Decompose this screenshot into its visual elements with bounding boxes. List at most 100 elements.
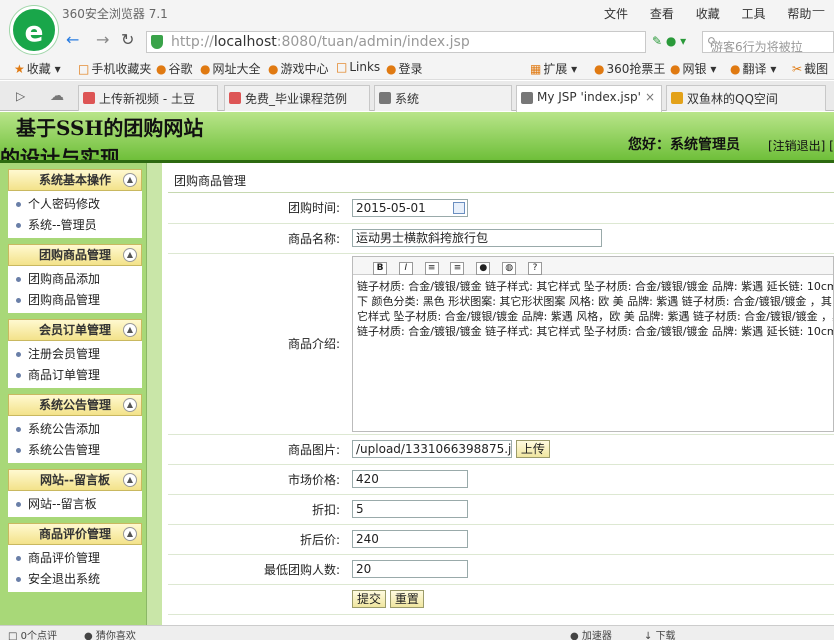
image-icon[interactable]: ◍ xyxy=(502,261,517,275)
browser-title-bar: 360安全浏览器 7.1 文件 查看 收藏 工具 帮助 — xyxy=(0,0,834,28)
accelerator-status[interactable]: ● 加速器 xyxy=(570,627,612,640)
browser-logo-icon[interactable]: e xyxy=(10,6,58,54)
sidebar-item-guestbook[interactable]: 网站--留言板 xyxy=(8,494,142,515)
menu-tools[interactable]: 工具 xyxy=(742,7,766,21)
chevron-up-icon[interactable]: ▲ xyxy=(123,323,137,337)
menu-group-members-orders[interactable]: 会员订单管理 ▲ xyxy=(8,319,142,341)
sidebar-item-manage-notices[interactable]: 系统公告管理 xyxy=(8,440,142,461)
reload-icon[interactable]: ↻ xyxy=(121,30,134,49)
cloud-icon[interactable]: ☁ xyxy=(50,88,64,104)
sidebar-item-manage-products[interactable]: 团购商品管理 xyxy=(8,290,142,311)
sidebar-collapse-strip[interactable] xyxy=(146,163,162,625)
image-path-input[interactable]: /upload/1331066398875.jpg xyxy=(352,440,512,458)
bookmark-translate[interactable]: ● 翻译 ▾ xyxy=(730,60,776,77)
ordered-list-icon[interactable]: ≡ xyxy=(424,261,439,275)
chevron-up-icon[interactable]: ▲ xyxy=(123,173,137,187)
forward-arrow-icon[interactable]: → xyxy=(96,30,109,49)
close-tab-icon[interactable]: × xyxy=(645,90,655,104)
chevron-up-icon[interactable]: ▲ xyxy=(123,527,137,541)
bookmark-google[interactable]: ● 谷歌 xyxy=(156,60,193,77)
reset-button[interactable]: 重置 xyxy=(389,590,424,608)
back-arrow-icon[interactable]: ← xyxy=(66,30,79,49)
submit-button[interactable]: 提交 xyxy=(352,590,387,608)
sidebar-item-logout[interactable]: 安全退出系统 xyxy=(8,569,142,590)
comments-status[interactable]: □ 0个点评 xyxy=(8,627,57,640)
site-title-line2: 的设计与实现 xyxy=(0,146,120,160)
sidebar-item-orders[interactable]: 商品订单管理 xyxy=(8,365,142,386)
discount-input[interactable]: 5 xyxy=(352,500,468,518)
menu-group-products[interactable]: 团购商品管理 ▲ xyxy=(8,244,142,266)
bookmark-screenshot[interactable]: ✂ 截图 xyxy=(792,60,828,77)
rich-text-editor[interactable]: B I ≡ ≡ ● ◍ ? 链子材质: 合金/镀银/镀金 链子样式: 其它样式 … xyxy=(352,255,834,432)
menu-group-notices[interactable]: 系统公告管理 ▲ xyxy=(8,394,142,416)
tab-course-examples[interactable]: 免费_毕业课程范例 xyxy=(224,85,370,111)
download-status[interactable]: ↓ 下载 xyxy=(644,627,676,640)
form-row-image: 商品图片: /upload/1331066398875.jpg 上传 xyxy=(168,434,834,465)
help-icon[interactable]: ? xyxy=(527,261,542,275)
sidebar-item-members[interactable]: 注册会员管理 xyxy=(8,344,142,365)
menu-favorites[interactable]: 收藏 xyxy=(696,7,720,21)
bookmark-games[interactable]: ● 游戏中心 xyxy=(268,60,329,77)
tab-index-jsp[interactable]: My JSP 'index.jsp' × xyxy=(516,85,662,112)
bookmark-extensions[interactable]: ▦ 扩展 ▾ xyxy=(530,60,577,77)
tab-sidebar-toggle-icon[interactable]: ▷ xyxy=(16,89,25,103)
italic-icon[interactable]: I xyxy=(398,261,413,275)
market-price-input[interactable]: 420 xyxy=(352,470,468,488)
bookmark-tickets[interactable]: ● 360抢票王 xyxy=(594,60,665,77)
search-input[interactable]: ⚲ 游客6行为将被拉 xyxy=(702,31,834,53)
upload-button[interactable]: 上传 xyxy=(515,440,550,458)
form-row-after-price: 折后价: 240 xyxy=(168,524,834,555)
search-placeholder: ⚲ 游客6行为将被拉 xyxy=(707,35,803,53)
tab-favicon-icon xyxy=(229,92,241,104)
calendar-icon[interactable] xyxy=(453,201,465,214)
min-people-input[interactable]: 20 xyxy=(352,560,468,578)
menu-group-basic[interactable]: 系统基本操作 ▲ xyxy=(8,169,142,191)
product-form: 团购时间: 2015-05-01 商品名称: 运动男士横款斜挎旅行包 商品介绍:… xyxy=(168,193,834,615)
unordered-list-icon[interactable]: ≡ xyxy=(450,261,465,275)
form-row-market-price: 市场价格: 420 xyxy=(168,464,834,495)
chevron-up-icon[interactable]: ▲ xyxy=(123,398,137,412)
url-text: http://localhost:8080/tuan/admin/index.j… xyxy=(171,34,470,50)
bookmark-favorites[interactable]: ★ 收藏 ▾ xyxy=(14,60,61,77)
url-input[interactable]: http://localhost:8080/tuan/admin/index.j… xyxy=(146,31,646,53)
window-title: 360安全浏览器 7.1 xyxy=(62,7,168,21)
recommend-status[interactable]: ● 猜你喜欢 xyxy=(84,627,136,640)
description-text[interactable]: 链子材质: 合金/镀银/镀金 链子样式: 其它样式 坠子材质: 合金/镀银/镀金… xyxy=(353,275,833,343)
sidebar-item-add-product[interactable]: 团购商品添加 xyxy=(8,269,142,290)
name-label: 商品名称: xyxy=(168,223,348,254)
chevron-up-icon[interactable]: ▲ xyxy=(123,473,137,487)
form-row-time: 团购时间: 2015-05-01 xyxy=(168,193,834,224)
menu-file[interactable]: 文件 xyxy=(604,7,628,21)
time-label: 团购时间: xyxy=(168,193,348,224)
product-name-input[interactable]: 运动男士横款斜挎旅行包 xyxy=(352,229,602,247)
tab-upload-video[interactable]: 上传新视频 - 土豆 xyxy=(78,85,218,111)
bookmark-login[interactable]: ● 登录 xyxy=(386,60,423,77)
bold-icon[interactable]: B xyxy=(373,261,387,275)
page-title: 团购商品管理 xyxy=(168,169,834,193)
tab-system[interactable]: 系统 xyxy=(374,85,512,111)
logout-link[interactable]: [注销退出] [显 xyxy=(768,137,834,154)
address-tools-icon[interactable]: ✎ ● ▾ xyxy=(652,34,686,48)
tab-qq-space[interactable]: 双鱼林的QQ空间 xyxy=(666,85,826,111)
site-header: 基于SSH的团购网站 的设计与实现 您好：系统管理员 [注销退出] [显 xyxy=(0,112,834,160)
after-price-input[interactable]: 240 xyxy=(352,530,468,548)
minimize-button[interactable]: — xyxy=(812,3,825,18)
main-panel: 团购商品管理 团购时间: 2015-05-01 商品名称: 运动男士横款斜挎旅行… xyxy=(168,169,834,625)
menu-help[interactable]: 帮助 xyxy=(787,7,811,21)
link-icon[interactable]: ● xyxy=(476,261,491,275)
chevron-up-icon[interactable]: ▲ xyxy=(123,248,137,262)
sidebar-item-admins[interactable]: 系统--管理员 xyxy=(8,215,142,236)
bookmark-mobile[interactable]: □ 手机收藏夹 xyxy=(78,60,151,77)
menu-group-guestbook[interactable]: 网站--留言板 ▲ xyxy=(8,469,142,491)
bookmark-sites[interactable]: ● 网址大全 xyxy=(200,60,261,77)
menu-group-reviews[interactable]: 商品评价管理 ▲ xyxy=(8,523,142,545)
sidebar-item-change-password[interactable]: 个人密码修改 xyxy=(8,194,142,215)
sidebar-item-add-notice[interactable]: 系统公告添加 xyxy=(8,419,142,440)
description-line: 它样式 坠子材质: 合金/镀银/镀金 品牌: 紫遇 风格，欧 美 品牌: 紫遇 … xyxy=(357,309,833,323)
bookmark-bank[interactable]: ● 网银 ▾ xyxy=(670,60,716,77)
sidebar-item-reviews[interactable]: 商品评价管理 xyxy=(8,548,142,569)
date-field[interactable]: 2015-05-01 xyxy=(352,198,468,217)
bookmark-links[interactable]: □ Links xyxy=(336,60,380,74)
menu-view[interactable]: 查看 xyxy=(650,7,674,21)
min-people-label: 最低团购人数: xyxy=(168,554,348,585)
